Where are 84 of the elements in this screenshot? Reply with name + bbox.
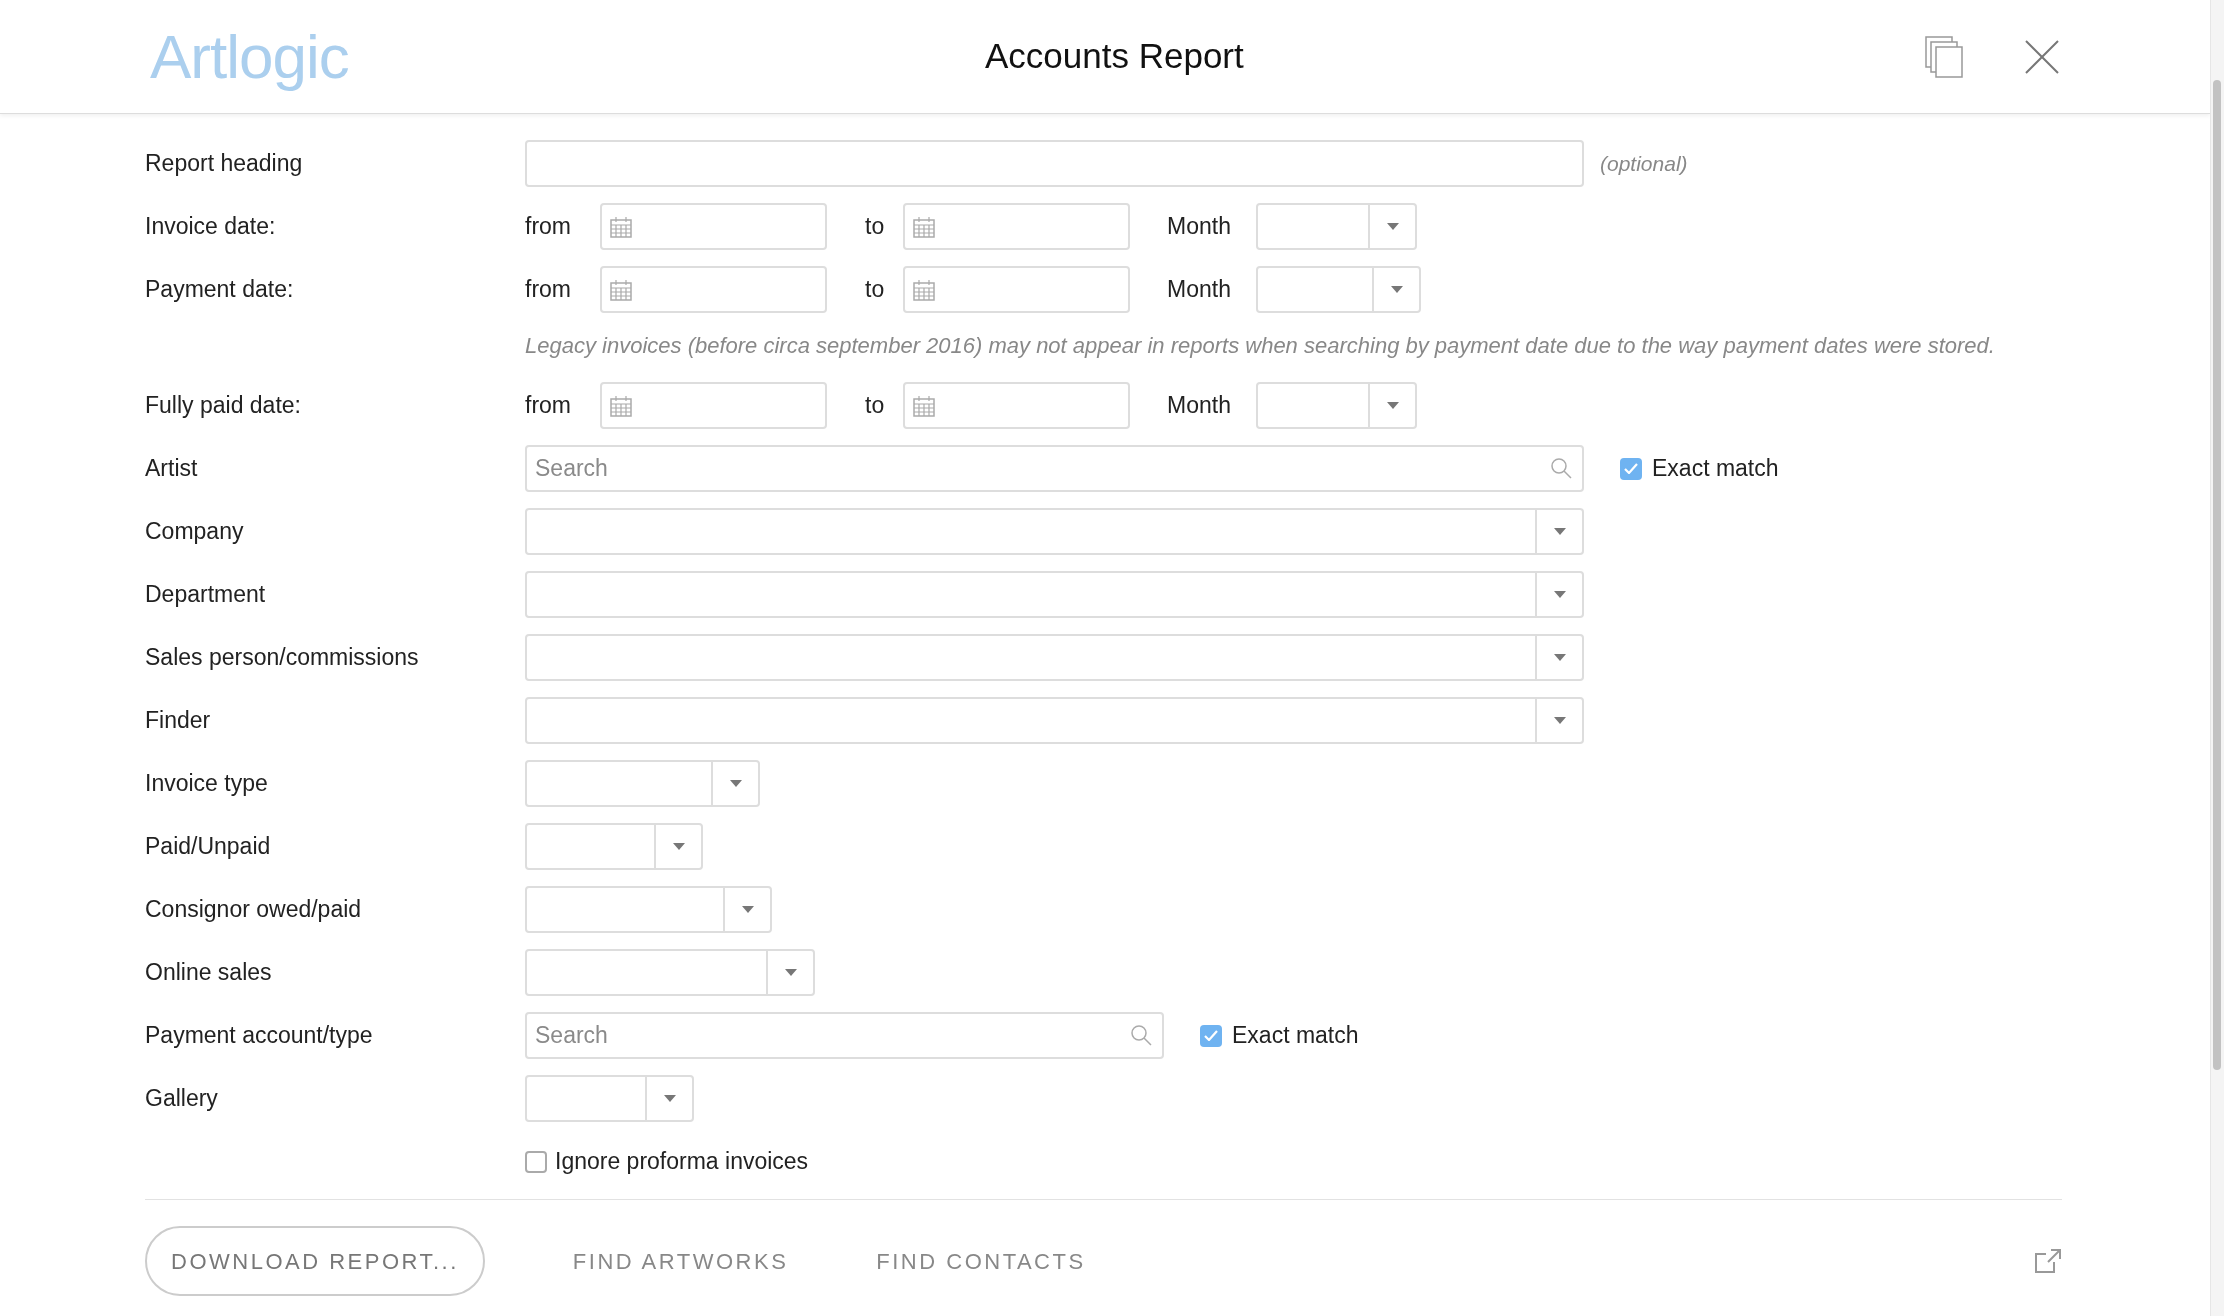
- date-field[interactable]: [600, 382, 827, 429]
- calendar-icon: [610, 278, 632, 301]
- dropdown[interactable]: [525, 697, 1584, 744]
- month-label: Month: [1167, 392, 1231, 419]
- check-icon: [1624, 463, 1638, 474]
- caret-icon: [1553, 591, 1566, 598]
- caret-icon: [1553, 717, 1566, 724]
- dropdown[interactable]: [525, 1075, 694, 1122]
- calendar-icon: [610, 394, 632, 417]
- dropdown[interactable]: [525, 634, 1584, 681]
- date-field[interactable]: [600, 203, 827, 250]
- dropdown[interactable]: [525, 571, 1584, 618]
- caret-icon: [1553, 654, 1566, 661]
- from-label: from: [525, 276, 571, 303]
- to-label: to: [865, 392, 885, 419]
- field-label: Finder: [145, 707, 211, 734]
- window-title: Accounts Report: [985, 36, 1244, 76]
- nav-link[interactable]: FIND CONTACTS: [876, 1244, 1086, 1278]
- close-icon[interactable]: [2024, 38, 2060, 75]
- caret-icon: [1386, 402, 1399, 409]
- field-label: Online sales: [145, 959, 272, 986]
- note-text: Legacy invoices (before circa september 2016) may not appear in reports when searching by payment date due to the way payment dates were stored.: [525, 332, 1996, 360]
- text-field[interactable]: [525, 140, 1584, 187]
- month-dropdown[interactable]: [1256, 266, 1421, 313]
- caret-icon: [784, 969, 797, 976]
- hint-text: (optional): [1600, 150, 1688, 177]
- field-label: Payment date:: [145, 276, 294, 303]
- checkbox[interactable]: [1200, 1024, 1222, 1047]
- caret-icon: [1390, 286, 1403, 293]
- field-label: Report heading: [145, 150, 303, 177]
- scrollbar-thumb[interactable]: [2213, 80, 2221, 1070]
- field-label: Artist: [145, 455, 198, 482]
- dropdown[interactable]: [525, 949, 815, 996]
- date-field[interactable]: [903, 266, 1130, 313]
- nav-link[interactable]: FIND ARTWORKS: [572, 1244, 789, 1278]
- caret-icon: [672, 843, 685, 850]
- calendar-icon: [913, 278, 935, 301]
- search-icon: [1130, 1024, 1152, 1046]
- from-label: from: [525, 392, 571, 419]
- field-label: Payment account/type: [145, 1022, 373, 1049]
- checkbox-label: Exact match: [1652, 454, 1779, 484]
- date-field[interactable]: [600, 266, 827, 313]
- dropdown[interactable]: [525, 886, 772, 933]
- field-label: Department: [145, 581, 266, 608]
- field-label: Gallery: [145, 1085, 218, 1112]
- date-field[interactable]: [903, 382, 1130, 429]
- checkbox-label: Exact match: [1232, 1021, 1359, 1051]
- caret-icon: [741, 906, 754, 913]
- download-button[interactable]: DOWNLOAD REPORT...: [145, 1226, 485, 1296]
- to-label: to: [865, 276, 885, 303]
- dropdown[interactable]: [525, 508, 1584, 555]
- caret-icon: [1553, 528, 1566, 535]
- date-field[interactable]: [903, 203, 1130, 250]
- checkbox-label: Ignore proforma invoices: [555, 1147, 809, 1177]
- calendar-icon: [913, 215, 935, 238]
- from-label: from: [525, 213, 571, 240]
- caret-icon: [663, 1095, 676, 1102]
- field-label: Invoice date:: [145, 213, 276, 240]
- field-label: Fully paid date:: [145, 392, 301, 419]
- checkbox[interactable]: [1620, 457, 1642, 480]
- checkbox[interactable]: [525, 1150, 547, 1173]
- field-label: Company: [145, 518, 244, 545]
- external-link-icon[interactable]: [2034, 1248, 2062, 1274]
- check-icon: [1204, 1030, 1218, 1041]
- field-label: Consignor owed/paid: [145, 896, 362, 923]
- calendar-icon: [913, 394, 935, 417]
- month-label: Month: [1167, 213, 1231, 240]
- caret-icon: [1386, 223, 1399, 230]
- month-dropdown[interactable]: [1256, 382, 1417, 429]
- to-label: to: [865, 213, 885, 240]
- copy-icon[interactable]: [1924, 34, 1964, 79]
- field-label: Invoice type: [145, 770, 268, 797]
- search-field[interactable]: Search: [525, 1012, 1164, 1059]
- dropdown[interactable]: [525, 823, 703, 870]
- search-field[interactable]: Search: [525, 445, 1584, 492]
- scrollbar[interactable]: [2210, 0, 2224, 1316]
- dropdown[interactable]: [525, 760, 760, 807]
- calendar-icon: [610, 215, 632, 238]
- search-icon: [1550, 457, 1572, 479]
- month-label: Month: [1167, 276, 1231, 303]
- caret-icon: [729, 780, 742, 787]
- field-label: Paid/Unpaid: [145, 833, 271, 860]
- field-label: Sales person/commissions: [145, 644, 419, 671]
- month-dropdown[interactable]: [1256, 203, 1417, 250]
